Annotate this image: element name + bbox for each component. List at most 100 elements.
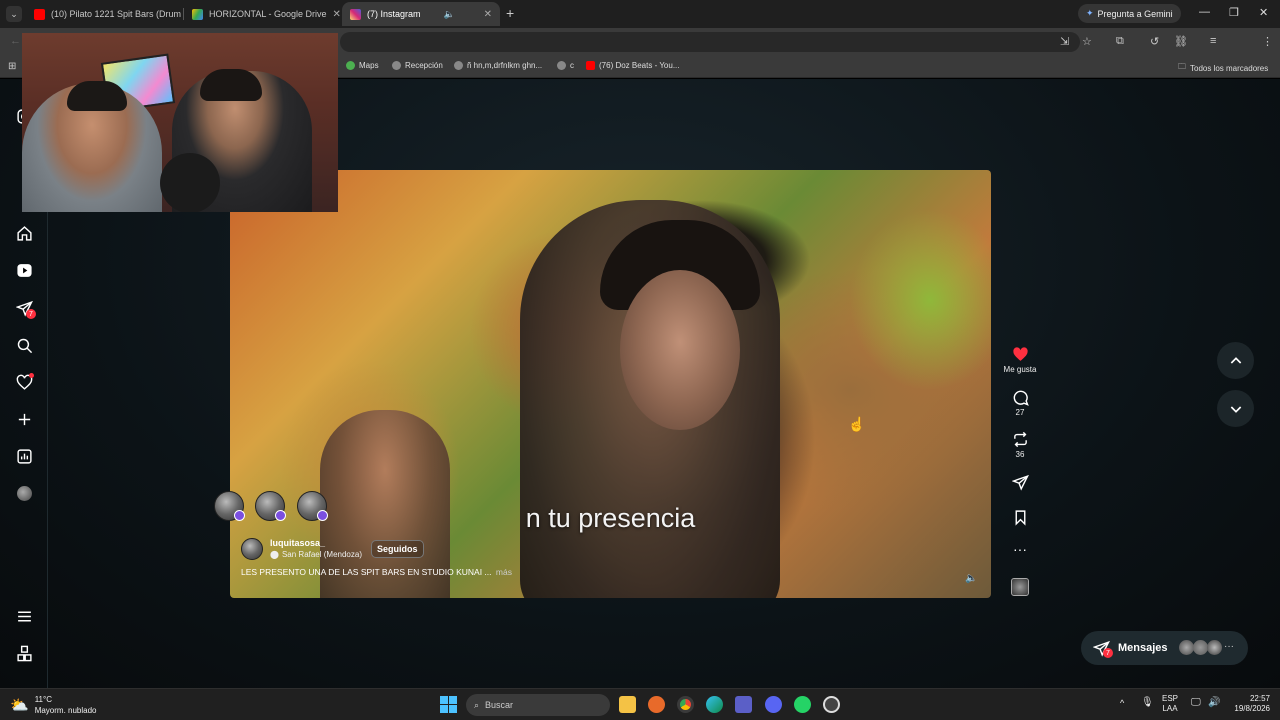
speaker-icon[interactable]: 🔈: [443, 9, 454, 20]
tab-google-drive[interactable]: HORIZONTAL - Google Drive ✕: [184, 2, 340, 26]
location-pin-icon: ⬤: [270, 550, 279, 559]
tab-title: (7) Instagram: [367, 9, 421, 19]
volume-icon[interactable]: 🔈: [965, 573, 977, 584]
home-icon[interactable]: [14, 223, 34, 243]
search-placeholder: Buscar: [485, 700, 514, 710]
profile-avatar[interactable]: [14, 483, 34, 503]
bookmark-hnm[interactable]: ñ hn,m,drfnlkm ghn...: [454, 61, 542, 70]
tray-overflow-icon[interactable]: ^: [1120, 698, 1124, 708]
folder-icon: 🗀: [1178, 62, 1186, 71]
more-menu-icon[interactable]: [14, 606, 34, 626]
bookmark-maps[interactable]: Maps: [346, 61, 379, 70]
heart-filled-icon: [1012, 347, 1028, 361]
discord-icon[interactable]: [765, 696, 782, 713]
google-drive-icon: [192, 8, 203, 20]
author-avatar[interactable]: [241, 538, 263, 560]
bookmark-c[interactable]: c: [557, 61, 574, 70]
weather-desc: Mayorm. nublado: [34, 706, 97, 715]
search-icon[interactable]: [14, 335, 34, 355]
messages-nav-icon[interactable]: 7: [14, 298, 36, 319]
heart-nav-icon[interactable]: [14, 372, 34, 392]
bookmark-recepcion[interactable]: Recepción: [392, 61, 443, 70]
network-icon[interactable]: 🖵: [1191, 697, 1201, 708]
close-icon[interactable]: ✕: [478, 9, 492, 20]
hand-cursor-icon: ☝: [848, 416, 866, 432]
chrome-icon[interactable]: [677, 696, 694, 713]
volume-icon[interactable]: 🔊: [1208, 697, 1220, 708]
obs-icon[interactable]: [823, 696, 840, 713]
extensions-icon[interactable]: ⧉: [1116, 35, 1124, 48]
restore-button[interactable]: ❐: [1229, 6, 1239, 19]
minimize-button[interactable]: —: [1199, 6, 1210, 18]
youtube-icon: [586, 61, 595, 70]
tab-youtube[interactable]: (10) Pilato 1221 Spit Bars (Drum ✕: [26, 2, 182, 26]
collaborator-badge-icon: [234, 510, 245, 521]
tab-instagram[interactable]: (7) Instagram 🔈 ✕: [342, 2, 500, 26]
star-icon[interactable]: ☆: [1082, 35, 1092, 48]
dashboard-icon[interactable]: [14, 446, 34, 466]
globe-icon: [454, 61, 463, 70]
bookmark-icon: [1015, 510, 1025, 526]
maps-icon: [346, 61, 355, 70]
reels-icon[interactable]: [14, 260, 34, 280]
edge-icon[interactable]: [706, 696, 723, 713]
link-icon[interactable]: ⛓: [1174, 35, 1188, 48]
media-control-icon[interactable]: ≡: [1210, 35, 1216, 47]
file-explorer-icon[interactable]: [619, 696, 636, 713]
caption-more-link[interactable]: más: [496, 567, 512, 577]
language-indicator[interactable]: ESP LAA: [1162, 694, 1178, 714]
following-button[interactable]: Seguidos: [371, 540, 424, 558]
notification-badge: 7: [26, 309, 36, 319]
close-icon[interactable]: ✕: [181, 9, 182, 20]
video-face: [620, 270, 740, 430]
window-close-button[interactable]: ✕: [1259, 6, 1268, 19]
like-button[interactable]: Me gusta: [1003, 346, 1037, 374]
chevron-up-icon: [1230, 356, 1241, 364]
webcam-overlay: [22, 33, 338, 212]
install-icon[interactable]: ⇲: [1060, 35, 1069, 48]
address-bar[interactable]: [340, 32, 1080, 52]
weather-widget[interactable]: ⛅ 11°C Mayorm. nublado: [10, 694, 97, 716]
next-reel-button[interactable]: [1217, 390, 1254, 427]
clock[interactable]: 22:57 19/8/2026: [1226, 694, 1270, 714]
gemini-label: Pregunta a Gemini: [1097, 8, 1173, 19]
all-bookmarks[interactable]: 🗀 Todos los marcadores: [1178, 61, 1268, 75]
browser-tab-strip: ⌄ (10) Pilato 1221 Spit Bars (Drum ✕ HOR…: [0, 0, 1280, 28]
bookmark-doz-beats[interactable]: (76) Doz Beats - You...: [586, 61, 680, 70]
save-button[interactable]: [1003, 509, 1037, 526]
taskbar-search[interactable]: ⌕ Buscar: [466, 694, 610, 716]
share-button[interactable]: [1003, 474, 1037, 491]
apps-icon[interactable]: ⊞: [8, 61, 16, 72]
more-options-icon[interactable]: ···: [1003, 541, 1037, 557]
comment-button[interactable]: 27: [1003, 389, 1037, 417]
create-icon[interactable]: [14, 409, 34, 429]
history-icon[interactable]: ↺: [1150, 35, 1159, 48]
windows-start-icon[interactable]: [440, 696, 457, 713]
microphone-icon[interactable]: 🎙: [1141, 697, 1154, 708]
brave-icon[interactable]: [648, 696, 665, 713]
new-tab-button[interactable]: +: [506, 5, 514, 21]
whatsapp-icon[interactable]: [794, 696, 811, 713]
menu-icon[interactable]: ⋮: [1262, 35, 1273, 48]
comment-count: 27: [1015, 408, 1025, 417]
back-icon[interactable]: ←: [10, 35, 21, 47]
reel-location[interactable]: ⬤ San Rafael (Mendoza): [270, 550, 362, 559]
reel-video[interactable]: n tu presencia: [230, 170, 991, 598]
tab-search-icon[interactable]: ⌄: [6, 6, 22, 22]
gemini-button[interactable]: ✦ Pregunta a Gemini: [1078, 4, 1181, 23]
author-username[interactable]: luquitasosa_: [270, 538, 325, 548]
tab-title: HORIZONTAL - Google Drive: [209, 9, 327, 19]
contact-avatar: [1179, 640, 1194, 655]
apps-grid-icon[interactable]: [14, 643, 34, 663]
previous-reel-button[interactable]: [1217, 342, 1254, 379]
close-icon[interactable]: ✕: [327, 9, 340, 20]
windows-taskbar: ⛅ 11°C Mayorm. nublado ⌕ Buscar ^ 🎙 ESP …: [0, 688, 1280, 720]
teams-icon[interactable]: [735, 696, 752, 713]
messages-badge: 7: [1103, 648, 1113, 658]
reel-caption[interactable]: LES PRESENTO UNA DE LAS SPIT BARS EN STU…: [241, 567, 512, 577]
messages-button[interactable]: 7 Mensajes ···: [1081, 631, 1248, 665]
repost-button[interactable]: 36: [1003, 431, 1037, 459]
audio-thumbnail[interactable]: [1011, 578, 1029, 596]
messages-label: Mensajes: [1118, 642, 1168, 654]
video-subtitle: n tu presencia: [525, 503, 696, 533]
